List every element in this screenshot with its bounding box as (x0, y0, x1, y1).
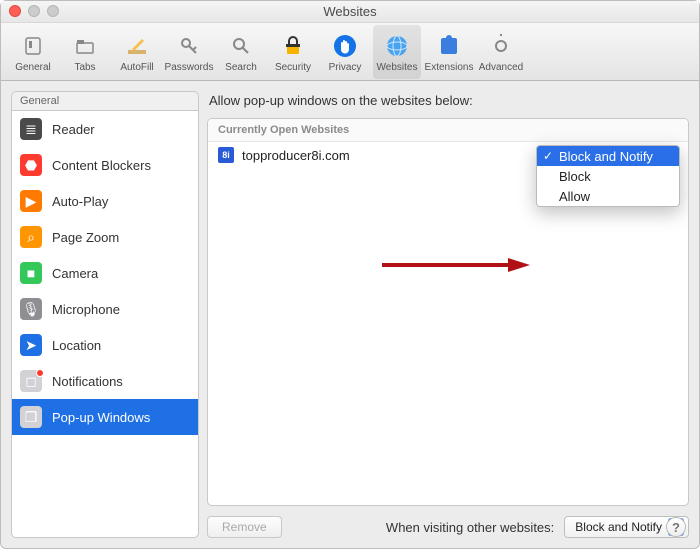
reader-icon: ≣ (20, 118, 42, 140)
minimize-window-button[interactable] (28, 5, 40, 17)
toolbar-label: Security (275, 62, 311, 73)
hand-icon (331, 32, 359, 60)
sidebar-item-label: Pop-up Windows (52, 410, 150, 425)
remove-button-label: Remove (222, 520, 267, 534)
other-sites-label: When visiting other websites: (386, 520, 554, 535)
switch-icon (19, 32, 47, 60)
help-glyph: ? (672, 520, 680, 535)
sidebar: General ≣ Reader ⬣ Content Blockers ▶ Auto-Pl… (11, 91, 199, 538)
footer-bar: Remove When visiting other websites: Blo… (207, 512, 689, 538)
toolbar-autofill[interactable]: AutoFill (113, 25, 161, 79)
sidebar-item-label: Camera (52, 266, 98, 281)
zoom-window-button[interactable] (47, 5, 59, 17)
sidebar-item-location[interactable]: ➤ Location (12, 327, 198, 363)
lock-icon (279, 32, 307, 60)
globe-icon (383, 32, 411, 60)
location-icon: ➤ (20, 334, 42, 356)
sidebar-header: General (11, 91, 199, 111)
sidebar-item-label: Page Zoom (52, 230, 119, 245)
camera-icon: ■ (20, 262, 42, 284)
dropdown-option-block-and-notify[interactable]: Block and Notify (537, 146, 679, 166)
toolbar-label: General (15, 62, 51, 73)
toolbar-label: Advanced (479, 62, 523, 73)
sidebar-item-label: Reader (52, 122, 95, 137)
sidebar-item-label: Location (52, 338, 101, 353)
traffic-lights (9, 5, 59, 17)
toolbar-label: Tabs (74, 62, 95, 73)
sidebar-item-label: Auto-Play (52, 194, 108, 209)
popup-icon: ❐ (20, 406, 42, 428)
main-heading: Allow pop-up windows on the websites bel… (207, 91, 689, 112)
toolbar-search[interactable]: Search (217, 25, 265, 79)
toolbar-extensions[interactable]: Extensions (425, 25, 473, 79)
other-sites-value: Block and Notify (575, 520, 662, 534)
popup-policy-dropdown[interactable]: Block and NotifyBlockAllow (536, 145, 680, 207)
toolbar-label: Search (225, 62, 257, 73)
preferences-window: Websites General Tabs AutoFill Passwords Sea… (0, 0, 700, 549)
sidebar-item-page-zoom[interactable]: ⌕ Page Zoom (12, 219, 198, 255)
zoom-icon: ⌕ (20, 226, 42, 248)
toolbar-advanced[interactable]: Advanced (477, 25, 525, 79)
sidebar-item-notifications[interactable]: ◻Notifications (12, 363, 198, 399)
toolbar-label: Websites (377, 62, 418, 73)
key-icon (175, 32, 203, 60)
toolbar-label: Passwords (165, 62, 214, 73)
toolbar-websites[interactable]: Websites (373, 25, 421, 79)
toolbar-general[interactable]: General (9, 25, 57, 79)
toolbar-tabs[interactable]: Tabs (61, 25, 109, 79)
sidebar-list: ≣ Reader ⬣ Content Blockers ▶ Auto-Play ⌕ Page … (11, 111, 199, 538)
stop-icon: ⬣ (20, 154, 42, 176)
window-title: Websites (323, 4, 376, 19)
remove-button[interactable]: Remove (207, 516, 282, 538)
mic-icon: 🎙 (20, 298, 42, 320)
close-window-button[interactable] (9, 5, 21, 17)
search-icon (227, 32, 255, 60)
dropdown-option-block[interactable]: Block (537, 166, 679, 186)
site-domain: topproducer8i.com (242, 148, 350, 163)
sidebar-item-label: Notifications (52, 374, 123, 389)
pencil-icon (123, 32, 151, 60)
sidebar-item-content-blockers[interactable]: ⬣ Content Blockers (12, 147, 198, 183)
toolbar-privacy[interactable]: Privacy (321, 25, 369, 79)
titlebar: Websites (1, 1, 699, 23)
dropdown-option-allow[interactable]: Allow (537, 186, 679, 206)
sidebar-item-label: Microphone (52, 302, 120, 317)
sidebar-item-auto-play[interactable]: ▶ Auto-Play (12, 183, 198, 219)
sidebar-item-camera[interactable]: ■ Camera (12, 255, 198, 291)
tab-icon (71, 32, 99, 60)
toolbar-security[interactable]: Security (269, 25, 317, 79)
help-button[interactable]: ? (666, 517, 686, 537)
toolbar-label: Privacy (329, 62, 362, 73)
list-header: Currently Open Websites (208, 119, 688, 142)
websites-listbox: Currently Open Websites 8i topproducer8i.… (207, 118, 689, 506)
content-area: General ≣ Reader ⬣ Content Blockers ▶ Auto-Pl… (1, 81, 699, 548)
puzzle-icon (435, 32, 463, 60)
sidebar-item-pop-up-windows[interactable]: ❐ Pop-up Windows (12, 399, 198, 435)
site-favicon-icon: 8i (218, 147, 234, 163)
list-body: 8i topproducer8i.com Block and NotifyBloc… (208, 142, 688, 505)
preferences-toolbar: General Tabs AutoFill Passwords Search Securi… (1, 23, 699, 81)
toolbar-label: AutoFill (120, 62, 153, 73)
notification-badge (36, 369, 44, 377)
sidebar-item-microphone[interactable]: 🎙 Microphone (12, 291, 198, 327)
sidebar-item-reader[interactable]: ≣ Reader (12, 111, 198, 147)
gear-icon (487, 32, 515, 60)
toolbar-passwords[interactable]: Passwords (165, 25, 213, 79)
main-panel: Allow pop-up windows on the websites bel… (207, 91, 689, 538)
toolbar-label: Extensions (425, 62, 474, 73)
play-icon: ▶ (20, 190, 42, 212)
annotation-arrow-icon (380, 258, 530, 272)
sidebar-item-label: Content Blockers (52, 158, 151, 173)
